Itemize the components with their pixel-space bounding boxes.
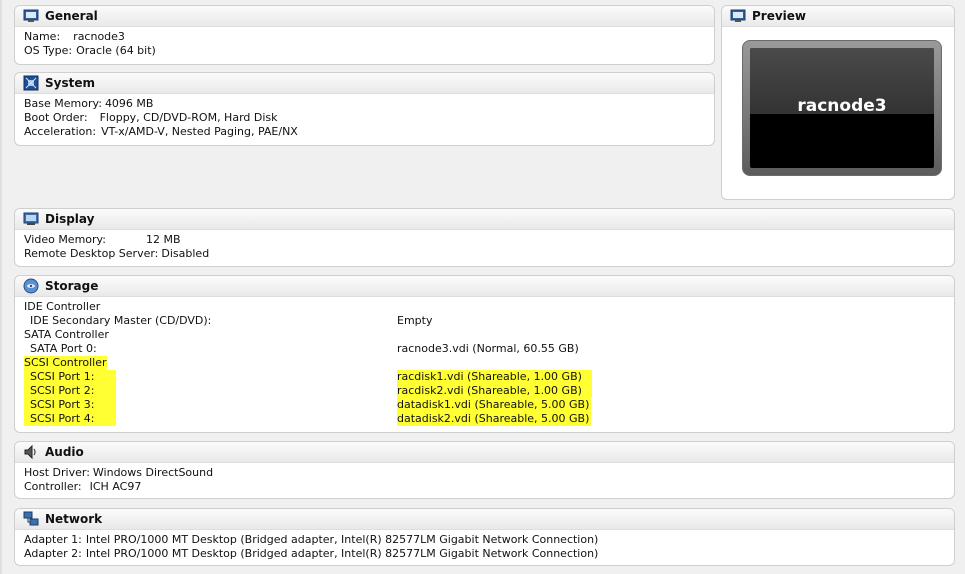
ide-controller-label: IDE Controller (24, 300, 101, 313)
adapter-1-value: Intel PRO/1000 MT Desktop (Bridged adapt… (85, 533, 599, 546)
network-row-adapter1: Adapter 1: Intel PRO/1000 MT Desktop (Bri… (24, 533, 945, 547)
general-section: General Name: racnode3 OS Type: Oracle (64… (14, 5, 715, 65)
ostype-label: OS Type: (24, 44, 73, 57)
preview-title: Preview (752, 9, 807, 23)
preview-vm-name: racnode3 (797, 96, 887, 116)
display-icon (23, 212, 39, 225)
system-row-accel: Acceleration: VT-x/AMD-V, Nested Paging, … (24, 125, 705, 139)
audio-title: Audio (45, 445, 84, 459)
host-driver-label: Host Driver: (24, 466, 90, 479)
scsi-controller-label: SCSI Controller (24, 356, 107, 370)
scsi-port-4-label: SCSI Port 4: (24, 412, 117, 426)
scsi-port-4-value: datadisk2.vdi (Shareable, 5.00 GB) (397, 412, 592, 426)
audio-row-host: Host Driver: Windows DirectSound (24, 466, 945, 480)
general-header[interactable]: General (15, 6, 714, 27)
scsi-port-1-label: SCSI Port 1: (24, 370, 117, 384)
acceleration-value: VT-x/AMD-V, Nested Paging, PAE/NX (101, 125, 298, 138)
monitor-icon (23, 9, 39, 22)
storage-row-sata-port0: SATA Port 0: racnode3.vdi (Normal, 60.55 … (24, 342, 945, 356)
display-section: Display Video Memory: 12 MB Remote Deskto… (14, 208, 955, 267)
system-section: System Base Memory: 4096 MB Boot Order: Fl… (14, 72, 715, 146)
display-row-video: Video Memory: 12 MB (24, 233, 945, 247)
general-title: General (45, 9, 98, 23)
scsi-port-3-label: SCSI Port 3: (24, 398, 117, 412)
video-memory-value: 12 MB (146, 233, 181, 246)
adapter-2-value: Intel PRO/1000 MT Desktop (Bridged adapt… (85, 547, 599, 560)
general-row-ostype: OS Type: Oracle (64 bit) (24, 44, 705, 58)
display-row-rdp: Remote Desktop Server: Disabled (24, 247, 945, 261)
monitor-icon (730, 9, 746, 22)
scsi-port-2-label: SCSI Port 2: (24, 384, 117, 398)
preview-header[interactable]: Preview (722, 6, 954, 27)
storage-row-scsi-port3: SCSI Port 3: datadisk1.vdi (Shareable, 5.… (24, 398, 945, 412)
name-value: racnode3 (73, 30, 125, 43)
storage-section: Storage IDE Controller IDE Secondary Mas… (14, 275, 955, 433)
display-title: Display (45, 212, 95, 226)
scsi-port-2-value: racdisk2.vdi (Shareable, 1.00 GB) (397, 384, 592, 398)
general-row-name: Name: racnode3 (24, 30, 705, 44)
network-header[interactable]: Network (15, 509, 954, 530)
system-row-boot: Boot Order: Floppy, CD/DVD-ROM, Hard Disk (24, 111, 705, 125)
boot-order-label: Boot Order: (24, 111, 88, 124)
storage-row-sata-controller: SATA Controller (24, 328, 945, 342)
system-row-memory: Base Memory: 4096 MB (24, 97, 705, 111)
vm-preview-display: racnode3 (750, 48, 934, 168)
storage-row-scsi-port1: SCSI Port 1: racdisk1.vdi (Shareable, 1.0… (24, 370, 945, 384)
system-title: System (45, 76, 95, 90)
speaker-icon (24, 444, 36, 460)
video-memory-label: Video Memory: (24, 233, 106, 246)
chip-icon (23, 75, 39, 91)
storage-title: Storage (45, 279, 99, 293)
system-header[interactable]: System (15, 73, 714, 94)
adapter-2-label: Adapter 2: (24, 547, 82, 560)
scsi-port-3-value: datadisk1.vdi (Shareable, 5.00 GB) (397, 398, 592, 412)
ostype-value: Oracle (64 bit) (76, 44, 156, 57)
ide-secondary-master-label: IDE Secondary Master (CD/DVD): (30, 314, 212, 327)
audio-controller-value: ICH AC97 (89, 480, 142, 493)
audio-section: Audio Host Driver: Windows DirectSound Co… (14, 441, 955, 499)
adapter-1-label: Adapter 1: (24, 533, 82, 546)
vm-preview-screen[interactable]: racnode3 (742, 40, 942, 176)
disk-icon (23, 278, 39, 294)
acceleration-label: Acceleration: (24, 125, 97, 138)
storage-header[interactable]: Storage (15, 276, 954, 297)
base-memory-value: 4096 MB (104, 97, 154, 110)
ide-secondary-master-value: Empty (397, 314, 433, 327)
storage-row-scsi-port2: SCSI Port 2: racdisk2.vdi (Shareable, 1.0… (24, 384, 945, 398)
rdp-label: Remote Desktop Server: (24, 247, 159, 260)
base-memory-label: Base Memory: (24, 97, 102, 110)
sata-port-0-value: racnode3.vdi (Normal, 60.55 GB) (397, 342, 579, 355)
network-row-adapter2: Adapter 2: Intel PRO/1000 MT Desktop (Bri… (24, 547, 945, 561)
sata-port-0-label: SATA Port 0: (30, 342, 97, 355)
network-icon (23, 511, 39, 526)
left-scroll-edge (0, 0, 2, 574)
display-header[interactable]: Display (15, 209, 954, 230)
storage-row-scsi-controller: SCSI Controller (24, 356, 945, 370)
sata-controller-label: SATA Controller (24, 328, 109, 341)
preview-section: Preview racnode3 (721, 5, 955, 200)
boot-order-value: Floppy, CD/DVD-ROM, Hard Disk (99, 111, 278, 124)
scsi-port-1-value: racdisk1.vdi (Shareable, 1.00 GB) (397, 370, 592, 384)
storage-row-ide-controller: IDE Controller (24, 300, 945, 314)
rdp-value: Disabled (161, 247, 210, 260)
network-title: Network (45, 512, 103, 526)
host-driver-value: Windows DirectSound (92, 466, 214, 479)
name-label: Name: (24, 30, 61, 43)
audio-row-controller: Controller: ICH AC97 (24, 480, 945, 494)
storage-row-ide-secondary: IDE Secondary Master (CD/DVD): Empty (24, 314, 945, 328)
network-section: Network Adapter 1: Intel PRO/1000 MT Desk… (14, 508, 955, 566)
audio-header[interactable]: Audio (15, 442, 954, 463)
audio-controller-label: Controller: (24, 480, 82, 493)
storage-row-scsi-port4: SCSI Port 4: datadisk2.vdi (Shareable, 5.… (24, 412, 945, 426)
